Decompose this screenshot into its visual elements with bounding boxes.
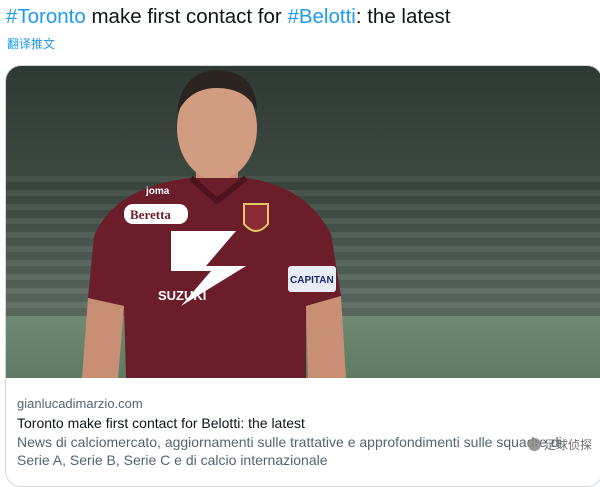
hashtag-belotti[interactable]: #Belotti — [287, 5, 355, 28]
translate-tweet-link[interactable]: 翻译推文 — [7, 35, 55, 52]
player-illustration: joma Beretta SUZUKI CAPITAN — [82, 70, 346, 378]
card-source-domain: gianlucadimarzio.com — [17, 396, 143, 411]
player-right-arm — [306, 296, 346, 378]
watermark-icon — [528, 438, 541, 451]
hashtag-toronto[interactable]: #Toronto — [6, 5, 86, 28]
tweet-text-part1: make first contact for — [85, 5, 288, 28]
tweet-text-part2: : the latest — [355, 5, 451, 28]
link-preview-card[interactable]: joma Beretta SUZUKI CAPITAN gianlucadima… — [5, 65, 600, 487]
jersey-text-suzuki: SUZUKI — [158, 288, 206, 303]
jersey-text-joma: joma — [145, 186, 170, 197]
armband-text: CAPITAN — [290, 275, 334, 286]
card-description: News di calciomercato, aggiornamenti sul… — [17, 434, 562, 468]
watermark: 足球侦探 — [528, 436, 592, 453]
club-badge — [243, 203, 269, 232]
card-image[interactable]: joma Beretta SUZUKI CAPITAN — [6, 66, 600, 378]
tweet-text: #Toronto make first contact for #Belotti… — [6, 4, 450, 30]
card-title: Toronto make first contact for Belotti: … — [17, 415, 305, 431]
watermark-text: 足球侦探 — [544, 438, 593, 452]
jersey-text-beretta: Beretta — [130, 207, 171, 222]
player-left-arm — [82, 298, 124, 378]
